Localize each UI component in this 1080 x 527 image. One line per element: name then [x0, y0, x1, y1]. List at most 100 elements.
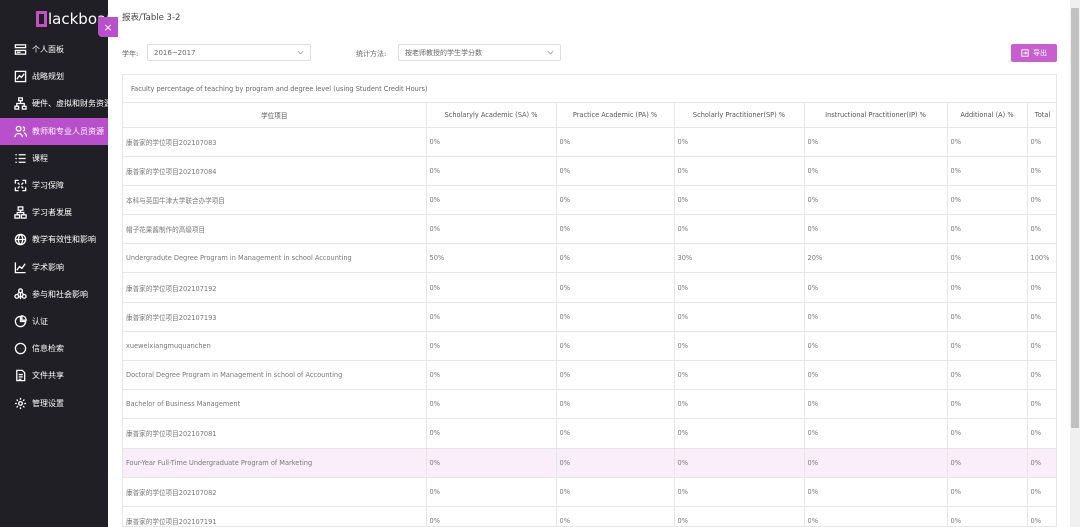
table-row[interactable]: xueweixiangmuquanchen 0% 0% 0% 0% 0% 0%	[123, 331, 1056, 362]
percent-cell: 0%	[804, 331, 948, 362]
table-row[interactable]: 帽子花果酱制作的高级项目 0% 0% 0% 0% 0% 0%	[123, 214, 1056, 245]
table-row[interactable]: 康普家的学位项目202107083 0% 0% 0% 0% 0% 0%	[123, 127, 1056, 157]
table-row[interactable]: Doctoral Degree Program in Management in…	[123, 360, 1056, 391]
percent-cell: 0%	[947, 243, 1028, 274]
sidebar-item[interactable]: 教学有效性和影响	[0, 226, 108, 253]
percent-cell: 50%	[426, 243, 557, 274]
sidebar-item[interactable]: 信息检索	[0, 335, 108, 362]
percent-cell: 0%	[1027, 302, 1056, 332]
percent-cell: 0%	[1027, 418, 1056, 449]
list-icon	[13, 151, 27, 165]
org-icon	[13, 97, 27, 111]
sidebar-item-label: 参与和社会影响	[32, 289, 88, 299]
percent-cell: 0%	[674, 418, 805, 449]
sidebar-item-label: 战略规划	[32, 72, 64, 82]
percent-cell: 0%	[804, 272, 948, 303]
percent-cell: 0%	[804, 127, 948, 157]
percent-cell: 0%	[426, 418, 557, 449]
percent-cell: 0%	[426, 448, 557, 478]
sidebar-item-label: 认证	[32, 316, 48, 326]
percent-cell: 0%	[556, 127, 675, 157]
page-scrollbar-thumb[interactable]	[1071, 8, 1079, 428]
export-button[interactable]: 导出	[1011, 44, 1057, 62]
percent-cell: 0%	[556, 243, 675, 274]
table-row[interactable]: 康普家的学位项目202107082 0% 0% 0% 0% 0% 0%	[123, 477, 1056, 507]
sidebar-item-label: 学习保障	[32, 181, 64, 191]
program-name-cell: 康普家的学位项目202107193	[123, 302, 427, 332]
sidebar-item-label: 管理设置	[32, 398, 64, 408]
sidebar-item-label: 教学有效性和影响	[32, 235, 96, 245]
sidebar-item[interactable]: 个人面板	[0, 36, 108, 63]
percent-cell: 0%	[804, 506, 948, 526]
sidebar-item[interactable]: 管理设置	[0, 389, 108, 416]
globe-icon	[13, 233, 27, 247]
program-name-cell: 本科与英国牛津大学联合办学项目	[123, 185, 427, 216]
table-row[interactable]: Undergradute Degree Program in Managemen…	[123, 243, 1056, 274]
percent-cell: 0%	[1027, 506, 1056, 526]
percent-cell: 0%	[556, 389, 675, 420]
sidebar: lackboard 个人面板战略规划硬件、虚拟和财务资源教师和专业人员资源课程学…	[0, 0, 108, 527]
sidebar-item[interactable]: 认证	[0, 308, 108, 335]
table-row[interactable]: 康普家的学位项目202107192 0% 0% 0% 0% 0% 0%	[123, 272, 1056, 303]
percent-cell: 0%	[947, 302, 1028, 332]
sidebar-item[interactable]: 学术影响	[0, 254, 108, 281]
year-filter-label: 学年:	[122, 50, 139, 58]
percent-cell: 0%	[674, 506, 805, 526]
method-select[interactable]: 按老师教授的学生学分数	[398, 44, 561, 61]
column-header: 学位项目	[123, 103, 427, 128]
percent-cell: 0%	[804, 389, 948, 420]
method-select-value: 按老师教授的学生学分数	[405, 48, 482, 57]
sidebar-item-label: 信息检索	[32, 344, 64, 354]
percent-cell: 0%	[804, 214, 948, 245]
sidebar-collapse-button[interactable]: ×	[98, 17, 118, 37]
table-row[interactable]: 康普家的学位项目202107193 0% 0% 0% 0% 0% 0%	[123, 302, 1056, 332]
percent-cell: 0%	[674, 389, 805, 420]
percent-cell: 0%	[1027, 185, 1056, 216]
percent-cell: 0%	[674, 477, 805, 507]
report-table-container: Faculty percentage of teaching by progra…	[122, 74, 1057, 527]
sidebar-item[interactable]: 教师和专业人员资源	[0, 117, 108, 145]
percent-cell: 0%	[804, 360, 948, 391]
percent-cell: 0%	[804, 156, 948, 186]
percent-cell: 0%	[556, 448, 675, 478]
sidebar-item[interactable]: 学习保障	[0, 172, 108, 199]
table-header-row: 学位项目 Scholaryly Academic (SA) % Practice A…	[123, 103, 1056, 128]
sidebar-item[interactable]: 硬件、虚拟和财务资源	[0, 90, 108, 117]
logo-mark-icon	[36, 11, 47, 27]
percent-cell: 0%	[556, 506, 675, 526]
table-row[interactable]: 康普家的学位项目202107191 0% 0% 0% 0% 0% 0%	[123, 506, 1056, 526]
percent-cell: 0%	[674, 302, 805, 332]
table-row[interactable]: 本科与英国牛津大学联合办学项目 0% 0% 0% 0% 0% 0%	[123, 185, 1056, 216]
table-row[interactable]: 康普家的学位项目202107081 0% 0% 0% 0% 0% 0%	[123, 418, 1056, 449]
table-row[interactable]: Four-Year Full-Time Undergraduate Progra…	[123, 448, 1056, 478]
percent-cell: 0%	[674, 156, 805, 186]
table-row[interactable]: 康普家的学位项目202107084 0% 0% 0% 0% 0% 0%	[123, 156, 1056, 186]
export-label: 导出	[1033, 49, 1047, 57]
method-filter-label: 统计方法:	[356, 50, 387, 58]
percent-cell: 0%	[804, 418, 948, 449]
sidebar-item[interactable]: 战略规划	[0, 63, 108, 90]
sidebar-item[interactable]: 文件共享	[0, 362, 108, 389]
percent-cell: 0%	[1027, 272, 1056, 303]
year-select[interactable]: 2016~2017	[147, 44, 311, 61]
percent-cell: 0%	[947, 214, 1028, 245]
column-header: Scholarly Practitioner(SP) %	[674, 103, 805, 128]
percent-cell: 0%	[426, 156, 557, 186]
sidebar-item[interactable]: 课程	[0, 145, 108, 172]
percent-cell: 0%	[947, 156, 1028, 186]
percent-cell: 0%	[947, 127, 1028, 157]
chart-icon	[13, 70, 27, 84]
dashboard-icon	[13, 43, 27, 57]
sidebar-item[interactable]: 学习者发展	[0, 199, 108, 226]
program-name-cell: Undergradute Degree Program in Managemen…	[123, 243, 427, 274]
percent-cell: 20%	[804, 243, 948, 274]
sidebar-item-label: 学术影响	[32, 262, 64, 272]
program-name-cell: 帽子花果酱制作的高级项目	[123, 214, 427, 245]
chevron-down-icon	[297, 49, 304, 56]
sidebar-item[interactable]: 参与和社会影响	[0, 281, 108, 308]
percent-cell: 0%	[426, 302, 557, 332]
percent-cell: 0%	[804, 477, 948, 507]
sidebar-item-label: 教师和专业人员资源	[32, 126, 104, 136]
percent-cell: 100%	[1027, 243, 1056, 274]
table-row[interactable]: Bachelor of Business Management 0% 0% 0% 0% 0…	[123, 389, 1056, 420]
